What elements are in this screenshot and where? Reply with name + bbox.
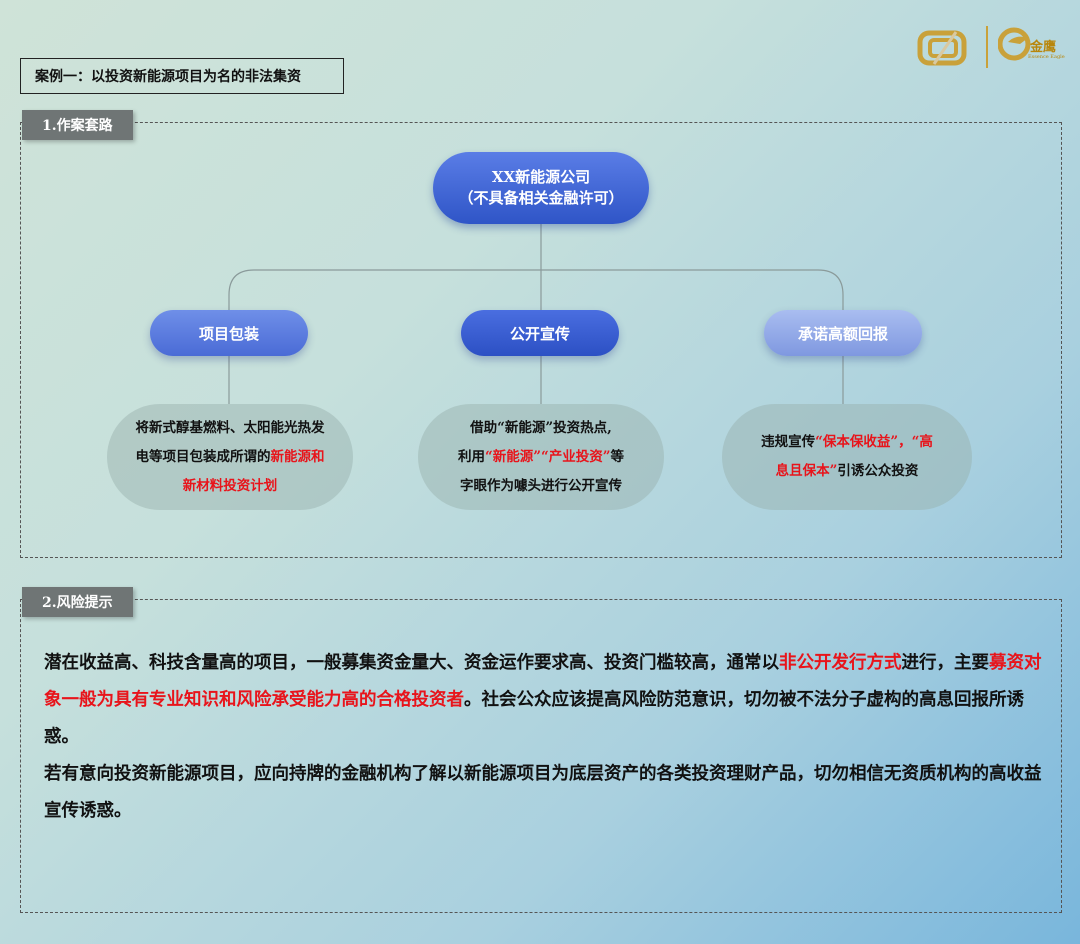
desc-highlight: 新材料投资计划 — [182, 477, 278, 494]
risk-warning-text: 潜在收益高、科技含量高的项目，一般募集资金量大、资金运作要求高、投资门槛较高，通… — [44, 645, 1044, 830]
company-note: （不具备相关金融许可） — [458, 189, 624, 207]
text-highlight: 非公开发行方式 — [779, 653, 902, 673]
branch-publicity: 公开宣传 — [461, 310, 619, 356]
desc-text: 将新式醇基燃料、太阳能光热发 — [135, 419, 325, 436]
company-name: XX新能源公司 — [491, 168, 591, 186]
risk-paragraph-2: 若有意向投资新能源项目，应向持牌的金融机构了解以新能源项目为底层资产的各类投资理… — [44, 764, 1042, 821]
risk-paragraph-1: 潜在收益高、科技含量高的项目，一般募集资金量大、资金运作要求高、投资门槛较高，通… — [44, 645, 1044, 756]
branch-high-return: 承诺高额回报 — [764, 310, 922, 356]
desc-text: 等 — [610, 448, 625, 465]
desc-highlight: 息且保本” — [775, 463, 838, 479]
desc-text: 借助“新能源”投资热点, — [470, 419, 612, 436]
branch-packaging: 项目包装 — [150, 310, 308, 356]
desc-highlight: 新能源和 — [270, 448, 325, 465]
desc-packaging: 将新式醇基燃料、太阳能光热发 电等项目包装成所谓的新能源和 新材料投资计划 — [107, 404, 353, 510]
desc-text: 引诱公众投资 — [837, 463, 919, 479]
desc-text: 字眼作为噱头进行公开宣传 — [460, 477, 622, 494]
desc-text: 违规宣传 — [761, 434, 816, 450]
desc-highlight: “新能源”“产业投资” — [484, 448, 611, 465]
desc-publicity: 借助“新能源”投资热点, 利用“新能源”“产业投资”等 字眼作为噱头进行公开宣传 — [418, 404, 664, 510]
desc-high-return: 违规宣传“保本保收益”，“高 息且保本”引诱公众投资 — [722, 404, 972, 510]
text-run: 潜在收益高、科技含量高的项目，一般募集资金量大、资金运作要求高、投资门槛较高，通… — [44, 653, 779, 673]
section-label-risk: 2.风险提示 — [22, 587, 133, 617]
company-node: XX新能源公司 （不具备相关金融许可） — [433, 152, 649, 224]
desc-highlight: “保本保收益”，“高 — [815, 434, 933, 450]
text-run: 进行，主要 — [901, 653, 990, 673]
desc-text: 电等项目包装成所谓的 — [135, 448, 271, 465]
desc-text: 利用 — [457, 448, 485, 465]
